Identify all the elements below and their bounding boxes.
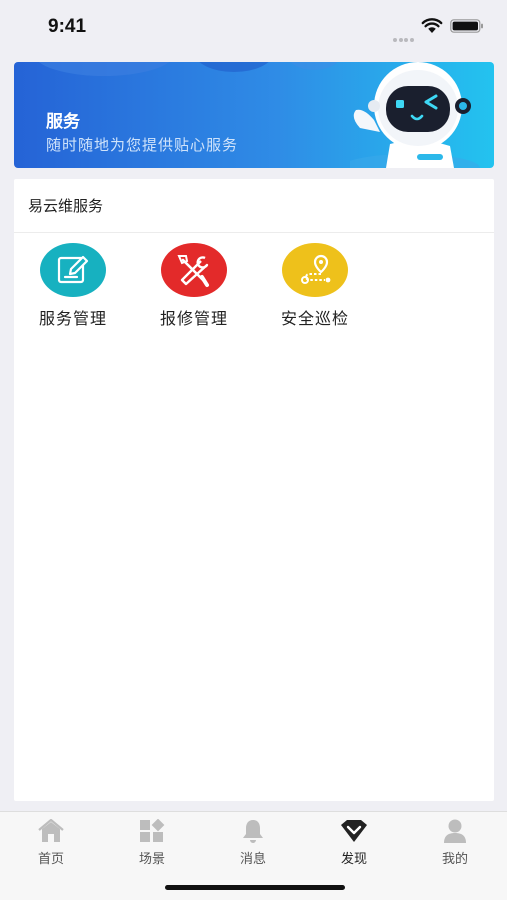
home-indicator[interactable] [165,885,345,890]
bell-icon [239,818,267,844]
grid-icon [138,818,166,844]
signal-dots-icon [393,27,415,42]
wifi-icon [421,18,443,33]
safety-inspection-button[interactable]: 安全巡检 [260,243,370,333]
section-title: 易云维服务 [28,197,104,215]
service-banner[interactable]: 服务 随时随地为您提供贴心服务 [14,62,494,168]
tab-label: 消息 [239,852,266,867]
service-management-button[interactable]: 服务管理 [18,243,128,333]
tab-label: 发现 [340,852,367,867]
tab-label: 我的 [441,852,468,867]
status-time: 9:41 [48,16,87,37]
edit-icon [40,243,106,297]
route-pin-icon [282,243,348,297]
tab-home[interactable]: 首页 [11,818,91,868]
status-bar: 9:41 [0,0,507,52]
repair-management-button[interactable]: 报修管理 [139,243,249,333]
tab-discover[interactable]: 发现 [314,818,394,868]
service-label: 服务管理 [38,309,107,328]
tab-scene[interactable]: 场景 [112,818,192,868]
banner-title: 服务 [46,112,80,132]
battery-icon [450,19,483,33]
robot-mascot-icon [350,62,480,168]
tab-messages[interactable]: 消息 [213,818,293,868]
banner-subtitle: 随时随地为您提供贴心服务 [46,136,239,154]
service-label: 报修管理 [159,309,228,328]
diamond-icon [340,818,368,844]
person-icon [441,818,469,844]
service-card: 易云维服务 服务管理 报修管理 安全巡检 [14,179,494,801]
tab-label: 首页 [37,852,64,867]
home-icon [37,818,65,844]
tab-label: 场景 [138,852,165,867]
service-grid: 服务管理 报修管理 安全巡检 [14,233,494,353]
tab-profile[interactable]: 我的 [415,818,495,868]
tools-icon [161,243,227,297]
service-label: 安全巡检 [280,309,349,328]
card-header: 易云维服务 [14,179,494,233]
